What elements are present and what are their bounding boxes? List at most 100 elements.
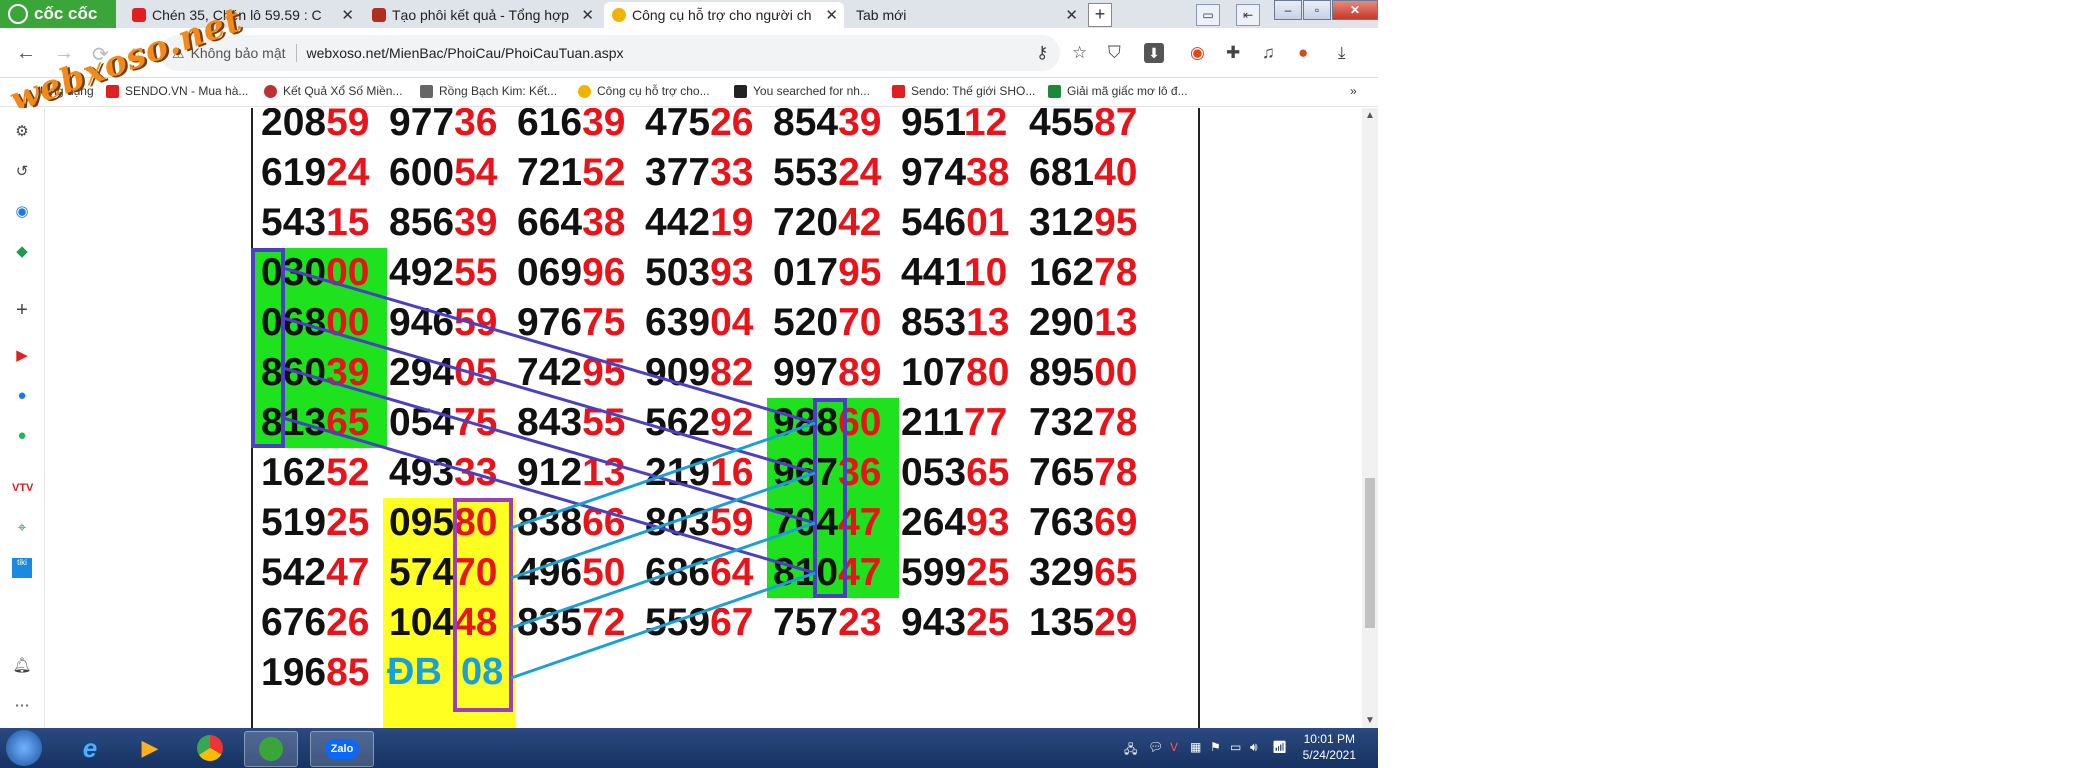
result-cell: 85313 [901,298,1029,348]
number-suffix: 10 [963,251,1008,294]
wifi-icon[interactable]: 📶︎ [1272,740,1287,754]
history-icon[interactable]: ↺ [12,162,32,182]
number-prefix: 095 [389,501,455,544]
result-cell: 44110 [901,248,1029,298]
bookmark-label: Kết Quả Xổ Số Miền... [283,84,403,98]
number-suffix: 47 [838,501,882,544]
volume-icon[interactable]: 🔊︎ [1250,740,1258,755]
bookmark-label: Công cụ hỗ trợ cho... [597,84,710,98]
zalo-button[interactable]: Zalo [310,731,374,767]
game-icon[interactable]: ◆ [12,242,32,262]
result-cell: 94659 [389,298,517,348]
download-box-icon[interactable]: ⬇ [1144,43,1164,63]
shield-icon[interactable]: ⛉ [1108,43,1121,63]
device-icon[interactable]: ▦ [1190,740,1201,754]
close-tab-icon[interactable]: ✕ [825,6,838,24]
facebook-icon[interactable]: ● [12,386,32,406]
vietkey-icon[interactable]: V [1170,740,1178,754]
monitor-icon[interactable]: ▭ [1230,740,1241,754]
close-tab-icon[interactable]: ✕ [581,6,594,24]
playlist-icon[interactable]: ♫ [1262,43,1275,63]
plus-icon[interactable]: + [12,300,32,320]
ie-icon[interactable]: e [64,731,116,765]
result-cell: 85439 [773,108,901,148]
browser-brand[interactable]: cốc cốc [0,0,116,28]
start-button[interactable] [6,730,42,766]
maps-icon[interactable]: ⌖ [12,518,32,538]
screen-icon[interactable]: ▭ [1196,4,1220,26]
close-tab-icon[interactable]: ✕ [1065,6,1078,24]
result-cell: 10780 [901,348,1029,398]
number-prefix: 639 [645,301,711,344]
minimize-button[interactable]: – [1274,0,1302,20]
new-tab-button[interactable]: + [1088,3,1112,27]
more-icon[interactable]: ⋯ [12,696,32,716]
url-text[interactable]: webxoso.net/MienBac/PhoiCau/PhoiCauTuan.… [307,45,624,61]
bookmark-ketqua[interactable]: Kết Quả Xổ Số Miền... [264,84,402,98]
spotify-icon[interactable]: ● [12,426,32,446]
bookmark-sendo-shop[interactable]: Sendo: Thế giới SHO... [892,84,1035,98]
tab-3-active[interactable]: Công cụ hỗ trợ cho người ch ✕ [604,2,844,28]
result-cell: 90982 [645,348,773,398]
scrollbar[interactable]: ▲ ▼ [1362,108,1378,728]
back-arrow-icon[interactable]: ← [16,42,36,65]
result-cell: 54315 [261,198,389,248]
network-icon[interactable]: 🖧︎ [1124,740,1137,761]
number-suffix: 67 [710,601,754,644]
result-cell: 54601 [901,198,1029,248]
url-field[interactable]: ⚠ Không bảo mật webxoso.net/MienBac/Phoi… [160,35,1060,71]
download-icon[interactable]: ⤓ [1338,43,1346,63]
result-cell: 66438 [517,198,645,248]
profile-avatar-icon[interactable]: ● [1298,43,1308,63]
number-suffix: 15 [326,201,370,244]
number-prefix: 813 [261,401,327,444]
result-cell: 09580 [389,498,517,548]
number-suffix: 95 [582,351,626,394]
number-suffix: 24 [838,151,882,194]
back-tab-icon[interactable]: ⇤ [1236,4,1260,26]
result-cell: 61639 [517,108,645,148]
star-icon[interactable]: ☆ [1072,43,1087,63]
coccoc-ext-icon[interactable]: ◉ [1190,43,1205,63]
bell-icon[interactable]: 🔔︎ [12,656,32,676]
number-suffix: 19 [710,201,754,244]
key-icon[interactable]: ⚷ [1036,43,1048,63]
tiki-icon[interactable]: tiki [12,558,32,578]
number-prefix: 492 [389,251,455,294]
chat-icon[interactable]: 💬︎ [1148,740,1163,754]
number-prefix: 455 [1029,108,1095,144]
number-suffix: 85 [326,651,370,694]
tab-4[interactable]: Tab mới ✕ [848,2,1084,28]
messenger-icon[interactable]: ◉ [12,202,32,222]
clock[interactable]: 10:01 PM 5/24/2021 [1303,731,1356,763]
bookmark-search[interactable]: You searched for nh... [734,84,870,98]
more-bookmarks-icon[interactable]: » [1350,84,1357,98]
scroll-down-icon[interactable]: ▼ [1365,715,1375,726]
coccoc-logo-icon [8,4,28,24]
taskbar: e ▶ Zalo 🖧︎ 💬︎ V ▦ ⚑ ▭ 🔊︎ 📶︎ 10:01 PM 5/… [0,728,1378,768]
number-prefix: 054 [389,401,455,444]
bookmark-sendo[interactable]: SENDO.VN - Mua hà... [106,84,248,98]
coccoc-icon[interactable] [244,731,298,767]
bookmark-rongbachkim[interactable]: Rồng Bạch Kim: Kết... [420,84,557,98]
site-icon [264,84,277,98]
scroll-up-icon[interactable]: ▲ [1365,110,1375,121]
close-tab-icon[interactable]: ✕ [341,6,354,24]
bookmark-congcu[interactable]: Công cụ hỗ trợ cho... [578,84,710,98]
scrollbar-thumb[interactable] [1365,478,1375,628]
close-window-button[interactable]: ✕ [1332,0,1378,20]
vtv-icon[interactable]: VTV [12,478,33,498]
result-cell: 70447 [773,498,901,548]
result-cell: 97675 [517,298,645,348]
bookmark-giaima[interactable]: Giải mã giấc mơ lô đ... [1048,84,1188,98]
chrome-icon[interactable] [184,731,236,765]
number-prefix: 377 [645,151,711,194]
result-cell: 26493 [901,498,1029,548]
puzzle-icon[interactable]: ✚ [1226,43,1240,63]
tab-2[interactable]: Tạo phôi kết quả - Tổng hợp ✕ [364,2,600,28]
maximize-button[interactable]: ▫ [1303,0,1331,20]
youtube-icon[interactable]: ▶ [12,346,32,366]
gear-icon[interactable]: ⚙ [12,122,32,142]
flag-icon[interactable]: ⚑ [1210,740,1221,754]
media-player-icon[interactable]: ▶ [124,731,176,765]
